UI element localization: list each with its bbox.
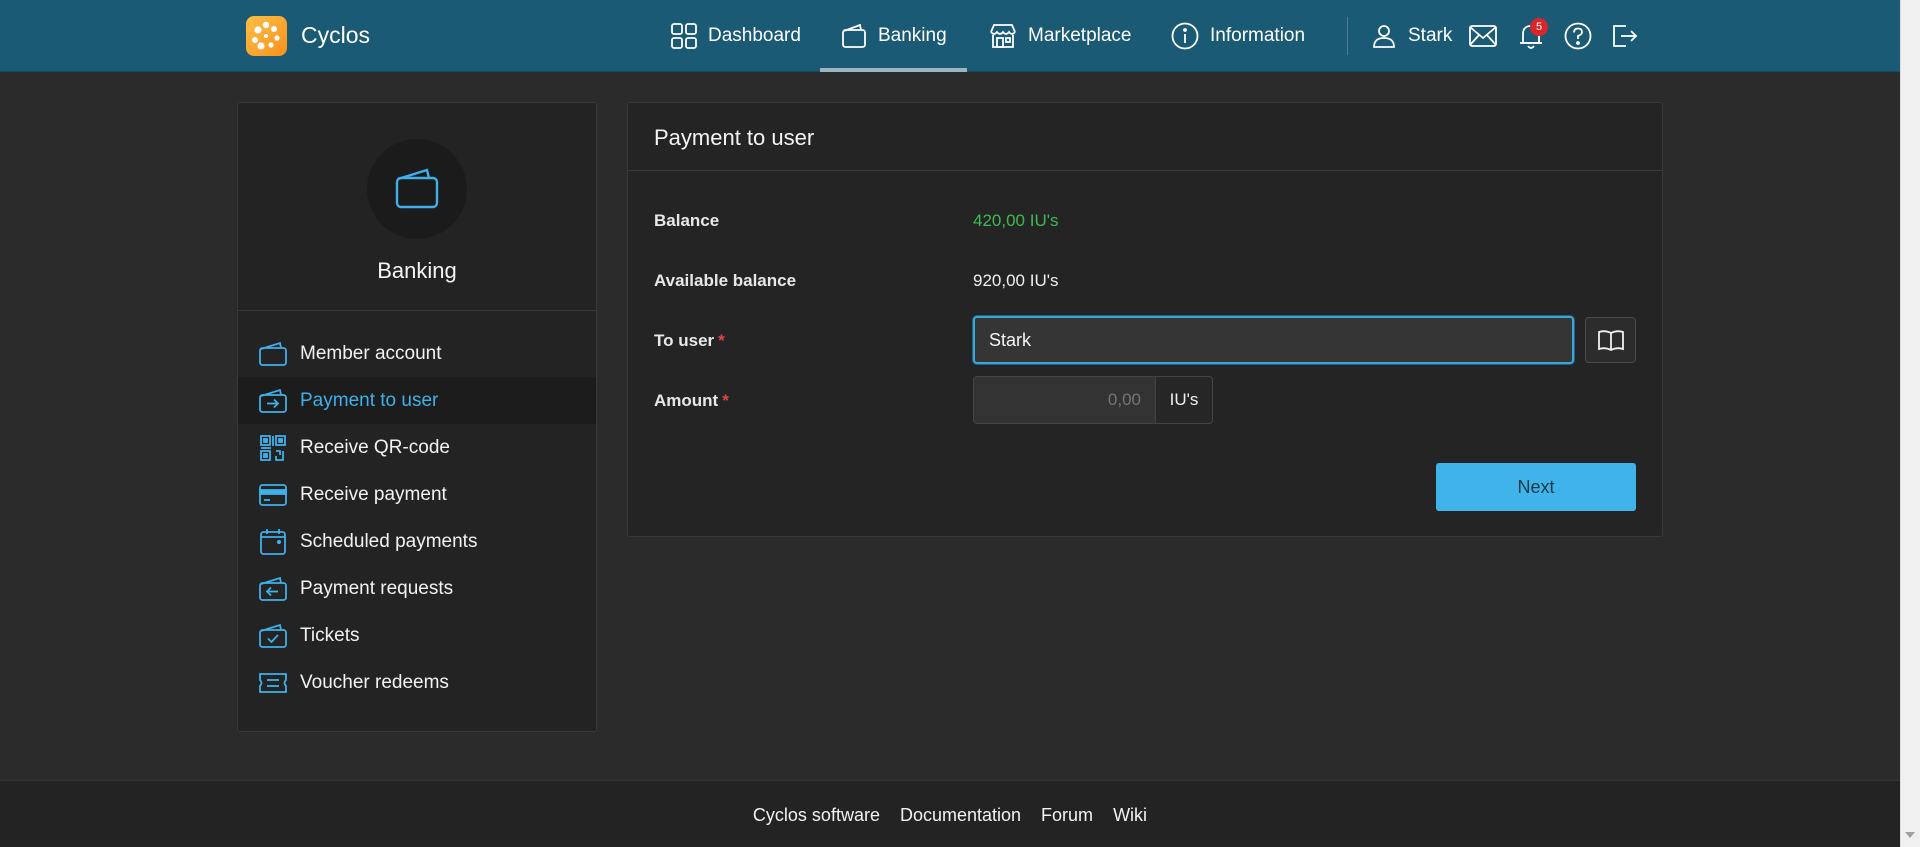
sidebar-item-label: Payment to user xyxy=(300,389,439,411)
sidebar-item-member-account[interactable]: Member account xyxy=(238,330,596,377)
required-mark: * xyxy=(722,391,729,410)
footer-links: Cyclos software Documentation Forum Wiki xyxy=(0,805,1900,826)
amount-currency-unit: IU's xyxy=(1155,376,1213,424)
balance-label: Balance xyxy=(654,211,720,230)
sidebar-item-voucher-redeems[interactable]: Voucher redeems xyxy=(238,659,596,706)
sidebar-item-label: Scheduled payments xyxy=(300,530,478,552)
messages-button[interactable] xyxy=(1467,20,1499,52)
card-icon xyxy=(259,483,287,506)
nav-banking[interactable]: Banking xyxy=(820,0,967,72)
amount-label-text: Amount xyxy=(654,391,719,410)
sidebar-item-label: Receive QR-code xyxy=(300,436,450,458)
to-user-label: To user * xyxy=(654,331,725,351)
sidebar-item-scheduled-payments[interactable]: Scheduled payments xyxy=(238,518,596,565)
notification-badge: 5 xyxy=(1530,18,1548,36)
to-user-label-text: To user xyxy=(654,331,715,350)
mail-icon xyxy=(1469,25,1497,47)
nav-information[interactable]: Information xyxy=(1170,0,1305,72)
cyclos-logo[interactable] xyxy=(246,16,287,56)
calendar-icon xyxy=(260,528,286,555)
footer-link-documentation[interactable]: Documentation xyxy=(900,805,1021,826)
payment-in-icon xyxy=(259,576,287,601)
top-navigation-bar: Cyclos Dashboard Banking Marketplace Inf… xyxy=(0,0,1900,72)
logo-icon xyxy=(252,21,280,50)
payment-out-icon xyxy=(259,388,287,413)
balance-value: 420,00 IU's xyxy=(973,211,1059,230)
panel-header: Payment to user xyxy=(628,103,1662,171)
sidebar-item-label: Receive payment xyxy=(300,483,447,505)
sidebar-item-tickets[interactable]: Tickets xyxy=(238,612,596,659)
scroll-down-arrow-icon[interactable] xyxy=(1905,832,1915,838)
address-book-icon xyxy=(1597,330,1624,352)
footer: Cyclos software Documentation Forum Wiki xyxy=(0,780,1900,847)
contacts-button[interactable] xyxy=(1585,317,1636,363)
nav-label: Marketplace xyxy=(1028,25,1132,46)
sidebar-header: Banking xyxy=(238,103,596,311)
wallet-icon xyxy=(395,168,439,209)
amount-input[interactable] xyxy=(973,376,1155,424)
sidebar-title: Banking xyxy=(377,258,457,283)
help-icon xyxy=(1564,22,1592,50)
nav-label: Information xyxy=(1210,25,1306,46)
available-balance-value: 920,00 IU's xyxy=(973,271,1059,290)
next-button[interactable]: Next xyxy=(1436,463,1636,511)
logout-icon xyxy=(1613,25,1638,47)
sidebar-item-payment-to-user[interactable]: Payment to user xyxy=(238,377,596,424)
app-name[interactable]: Cyclos xyxy=(301,22,370,49)
sidebar-item-receive-payment[interactable]: Receive payment xyxy=(238,471,596,518)
amount-label: Amount * xyxy=(654,391,729,411)
footer-link-cyclos-software[interactable]: Cyclos software xyxy=(753,805,880,826)
store-icon xyxy=(990,24,1016,48)
qr-code-icon xyxy=(260,434,286,461)
sidebar-item-payment-requests[interactable]: Payment requests xyxy=(238,565,596,612)
page-scrollbar[interactable] xyxy=(1900,0,1920,847)
user-menu[interactable]: Stark xyxy=(1370,0,1452,72)
nav-divider xyxy=(1347,17,1348,55)
dashboard-icon xyxy=(671,23,697,49)
info-icon xyxy=(1171,22,1199,50)
nav-marketplace[interactable]: Marketplace xyxy=(988,0,1132,72)
ticket-check-icon xyxy=(259,623,287,648)
payment-form-panel: Payment to user Balance 420,00 IU's Avai… xyxy=(627,102,1663,537)
footer-link-forum[interactable]: Forum xyxy=(1041,805,1093,826)
available-balance-label: Available balance xyxy=(654,271,797,290)
nav-label: Banking xyxy=(878,25,947,46)
banking-sidebar: Banking Member account Payment to user R… xyxy=(237,102,597,732)
wallet-icon xyxy=(259,341,287,366)
to-user-input[interactable] xyxy=(973,316,1574,364)
page-title: Payment to user xyxy=(654,125,815,150)
footer-link-wiki[interactable]: Wiki xyxy=(1113,805,1147,826)
sidebar-item-label: Voucher redeems xyxy=(300,671,449,693)
voucher-icon xyxy=(259,672,287,693)
required-mark: * xyxy=(718,331,725,350)
sidebar-icon-circle xyxy=(367,139,467,239)
wallet-icon xyxy=(842,23,866,48)
user-icon xyxy=(1373,25,1395,48)
sidebar-item-receive-qr-code[interactable]: Receive QR-code xyxy=(238,424,596,471)
help-button[interactable] xyxy=(1562,20,1594,52)
nav-label: Dashboard xyxy=(708,25,801,46)
sidebar-item-label: Member account xyxy=(300,342,442,364)
logout-button[interactable] xyxy=(1609,20,1641,52)
sidebar-item-label: Payment requests xyxy=(300,577,454,599)
nav-dashboard[interactable]: Dashboard xyxy=(670,0,801,72)
user-name: Stark xyxy=(1408,25,1453,46)
sidebar-item-label: Tickets xyxy=(300,624,360,646)
